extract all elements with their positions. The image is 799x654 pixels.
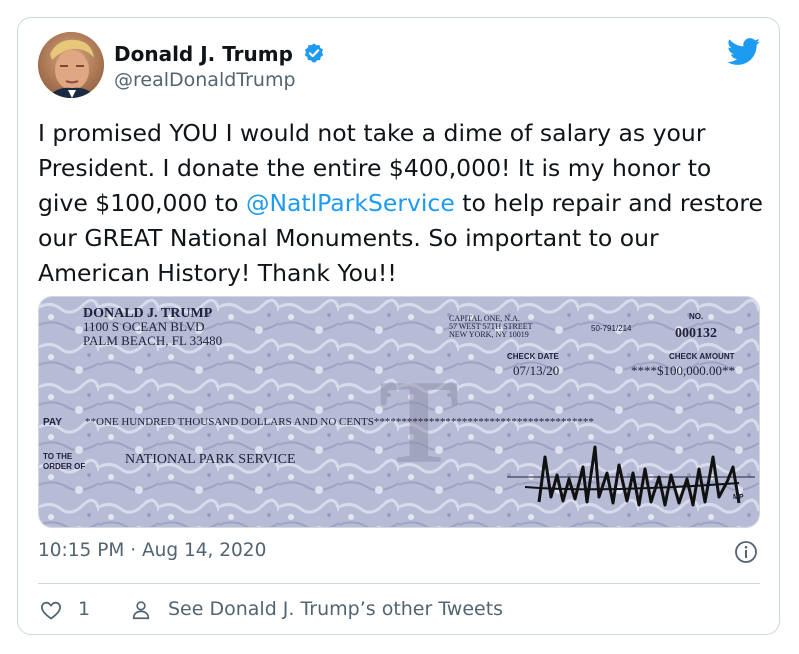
check-date-label: CHECK DATE	[507, 352, 560, 361]
twitter-bird-icon[interactable]	[727, 38, 761, 66]
check-order-label: TO THE	[43, 452, 73, 461]
avatar[interactable]	[38, 32, 104, 98]
check-payer-city: PALM BEACH, FL 33480	[83, 333, 222, 348]
user-handle[interactable]: @realDonaldTrump	[114, 69, 296, 91]
check-number: 000132	[675, 326, 717, 341]
check-payee: NATIONAL PARK SERVICE	[125, 452, 296, 467]
check-order-label: ORDER OF	[43, 462, 85, 471]
divider	[38, 583, 760, 584]
verified-badge-icon	[304, 43, 324, 63]
check-number-label: NO.	[689, 312, 703, 321]
see-other-tweets-link[interactable]: See Donald J. Trump’s other Tweets	[168, 598, 503, 620]
check-amount-label: CHECK AMOUNT	[669, 352, 735, 361]
check-date: 07/13/20	[513, 363, 559, 378]
tweet-timestamp[interactable]: 10:15 PM · Aug 14, 2020	[38, 540, 266, 561]
info-icon[interactable]	[734, 540, 758, 564]
tweet-text: I promised YOU I would not take a dime o…	[38, 116, 763, 291]
check-payer-address: 1100 S OCEAN BLVD	[83, 319, 204, 334]
person-icon	[132, 601, 150, 620]
mention-link[interactable]: @NatlParkService	[246, 189, 455, 217]
check-image[interactable]: T DONALD J. TRUMP 1100 S OCEAN BLVD PALM…	[38, 296, 760, 528]
check-routing: 50-791/214	[591, 324, 632, 333]
check-mp-mark: MP	[733, 494, 744, 501]
check-pay-words: **ONE HUNDRED THOUSAND DOLLARS AND NO CE…	[85, 416, 594, 428]
display-name[interactable]: Donald J. Trump	[114, 42, 293, 66]
check-amount: ****$100,000.00**	[631, 363, 735, 378]
heart-icon[interactable]	[38, 598, 64, 622]
like-count[interactable]: 1	[78, 598, 90, 620]
check-bank-line: NEW YORK, NY 10019	[449, 330, 529, 339]
tweet-card: Donald J. Trump @realDonaldTrump I promi…	[17, 17, 780, 635]
check-pay-label: PAY	[43, 417, 62, 428]
